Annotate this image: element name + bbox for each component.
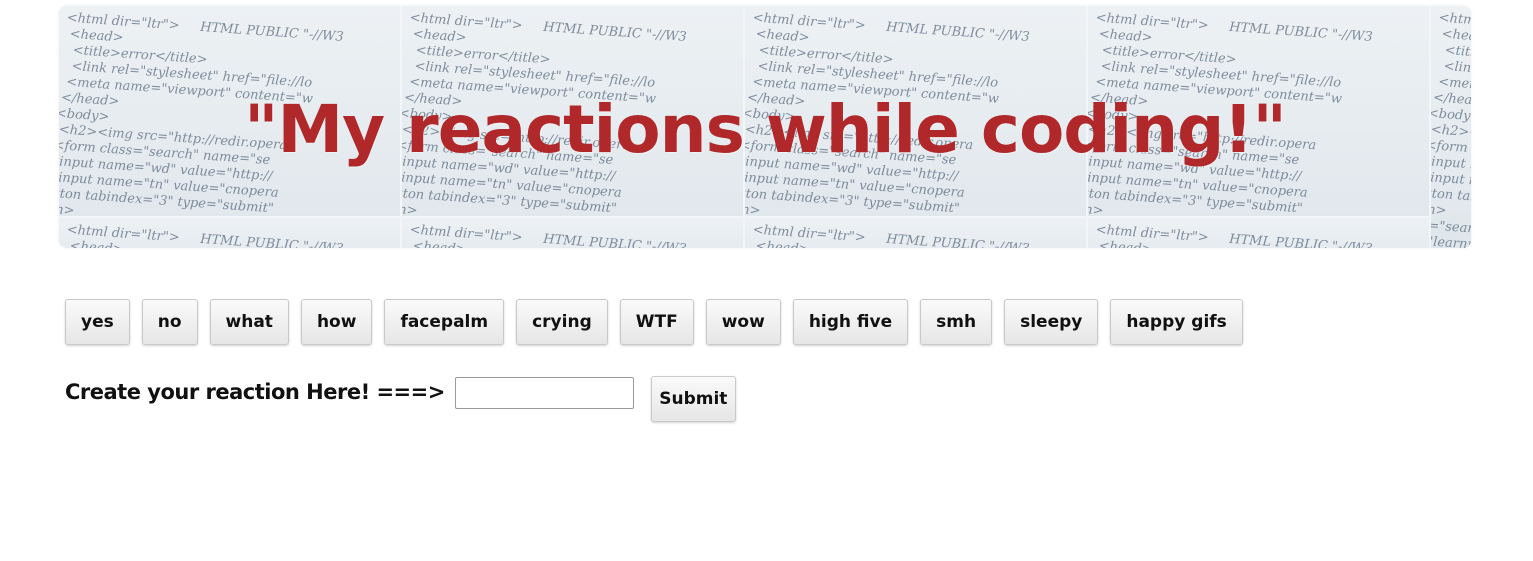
reaction-button-happy-gifs[interactable]: happy gifs xyxy=(1110,299,1243,345)
code-background-text: <html dir="ltr"> HTML PUBLIC "-//W3 <hea… xyxy=(1095,222,1374,248)
reaction-button-what[interactable]: what xyxy=(209,299,289,345)
create-reaction-form: Create your reaction Here! ===> Submit xyxy=(65,376,736,422)
reaction-button-facepalm[interactable]: facepalm xyxy=(384,299,505,345)
reaction-input[interactable] xyxy=(454,377,634,409)
page-title: "My reactions while coding!" xyxy=(244,91,1287,168)
code-background-tile: <html dir="ltr"> HTML PUBLIC "-//W3 <hea… xyxy=(1088,216,1431,248)
reaction-button-crying[interactable]: crying xyxy=(516,299,608,345)
reaction-button-high-five[interactable]: high five xyxy=(792,299,909,345)
code-background-tile: <html dir="ltr"> HTML PUBLIC "-//W3 <hea… xyxy=(59,216,402,248)
code-background-text: <html dir="ltr"> HTML PUBLIC "-//W3 <hea… xyxy=(752,222,1031,248)
create-reaction-label: Create your reaction Here! ===> xyxy=(65,380,445,404)
header-banner: <html dir="ltr"> HTML PUBLIC "-//W3 <hea… xyxy=(59,6,1471,248)
reaction-button-no[interactable]: no xyxy=(141,299,198,345)
code-background-tile: <html dir="ltr"> HTML PUBLIC "-//W3 <hea… xyxy=(745,216,1088,248)
reaction-button-yes[interactable]: yes xyxy=(65,299,130,345)
reaction-button-bar: yes no what how facepalm crying WTF wow … xyxy=(65,299,1255,345)
code-background-text: <html dir="ltr"> HTML PUBLIC "-//W3 <hea… xyxy=(409,222,688,248)
submit-button[interactable]: Submit xyxy=(650,376,736,422)
reaction-button-smh[interactable]: smh xyxy=(920,299,993,345)
reaction-button-sleepy[interactable]: sleepy xyxy=(1004,299,1099,345)
code-background-tile: <html dir="ltr"> HTML PUBLIC "-//W3 <hea… xyxy=(402,216,745,248)
reaction-button-wtf[interactable]: WTF xyxy=(619,299,694,345)
reaction-button-how[interactable]: how xyxy=(300,299,373,345)
reaction-button-wow[interactable]: wow xyxy=(705,299,781,345)
code-background-text: <html dir="ltr"> HTML PUBLIC "-//W3 <hea… xyxy=(66,222,345,248)
